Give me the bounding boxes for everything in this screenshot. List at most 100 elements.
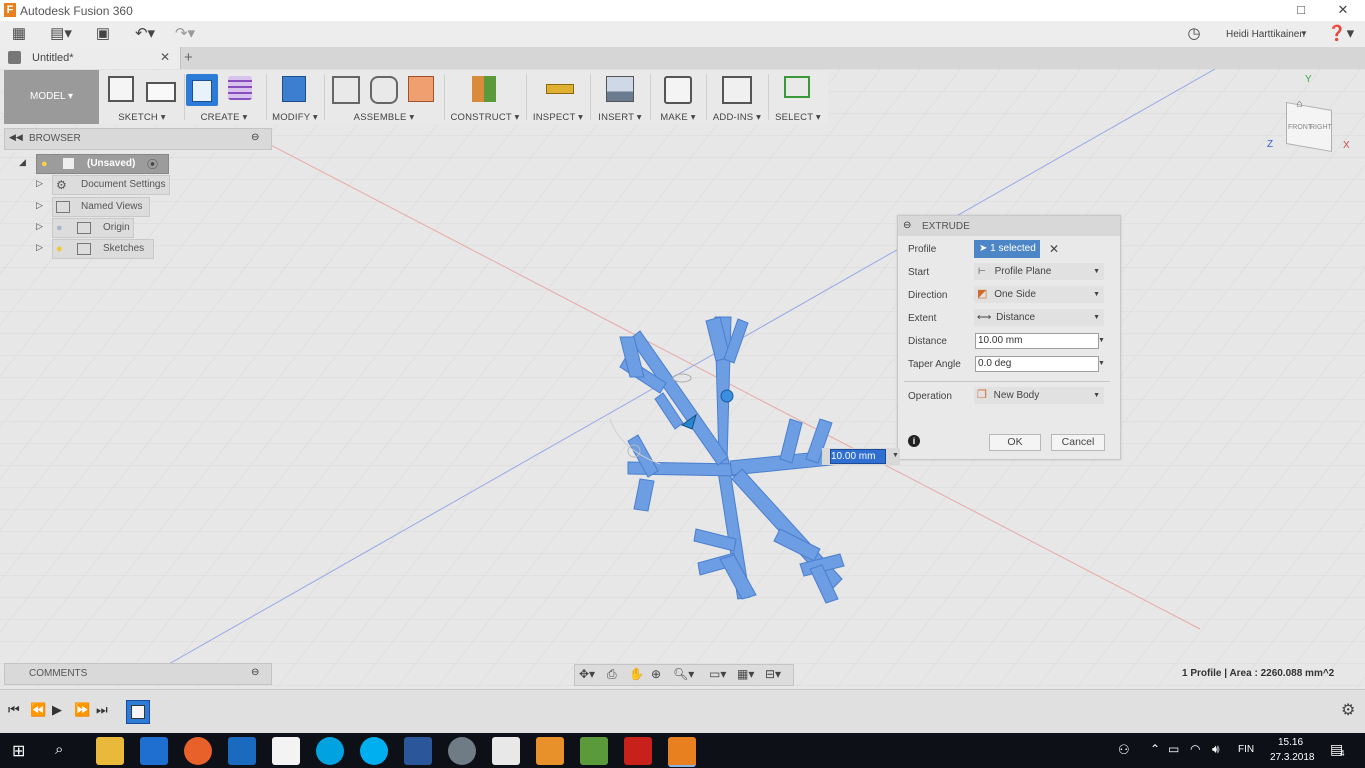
ok-button[interactable]: OK (989, 434, 1041, 451)
create-group[interactable]: CREATE ▾ (184, 70, 264, 124)
select-icon[interactable] (784, 76, 810, 98)
extrude-dialog-header[interactable]: ⊖ EXTRUDE (898, 216, 1120, 236)
create-menu-label[interactable]: CREATE ▾ (184, 112, 264, 123)
skype-business-icon[interactable] (316, 737, 344, 765)
inspect-menu-label[interactable]: INSPECT ▾ (526, 112, 590, 123)
clear-selection-icon[interactable]: ✕ (1049, 242, 1059, 256)
3d-print-icon[interactable] (664, 76, 692, 104)
skype-icon[interactable] (360, 737, 388, 765)
go-to-end-icon[interactable]: ⏭ (96, 702, 108, 718)
search-icon[interactable]: ⌕ (55, 741, 63, 758)
modify-menu-label[interactable]: MODIFY ▾ (266, 112, 324, 123)
grid-settings-icon[interactable]: ▦▾ (737, 667, 754, 681)
measure-icon[interactable] (546, 84, 574, 94)
rectangle-icon[interactable] (146, 82, 176, 102)
paint-icon[interactable] (448, 737, 476, 765)
info-icon[interactable]: i (908, 435, 920, 447)
sketch-group[interactable]: SKETCH ▾ (102, 70, 182, 124)
help-icon[interactable]: ❓▾ (1326, 24, 1356, 44)
clock-date[interactable]: 27.3.2018 (1270, 752, 1315, 763)
profile-selection-button[interactable]: ➤ 1 selected (974, 240, 1040, 258)
new-tab-plus-icon[interactable]: + (184, 49, 193, 66)
data-panel-grid-icon[interactable]: ▦ (8, 24, 30, 44)
extent-dropdown[interactable]: ⟷ Distance ▼ (974, 309, 1104, 326)
browser-item-sketches[interactable]: ● Sketches (52, 239, 154, 259)
expand-named-views-icon[interactable]: ▷ (36, 200, 43, 211)
distance-manipulator[interactable]: 10.00 mm ▼ (822, 448, 900, 465)
expand-document-settings-icon[interactable]: ▷ (36, 178, 43, 189)
select-menu-label[interactable]: SELECT ▾ (768, 112, 828, 123)
modify-group[interactable]: MODIFY ▾ (266, 70, 324, 124)
workspace-switcher[interactable]: MODEL ▾ (4, 70, 99, 124)
operation-dropdown[interactable]: ❐ New Body ▼ (974, 387, 1104, 404)
select-group[interactable]: SELECT ▾ (768, 70, 828, 124)
user-menu[interactable]: Heidi Harttikainen (1226, 29, 1305, 40)
save-icon[interactable]: ▣ (92, 24, 114, 44)
redo-icon[interactable]: ↷▾ (168, 24, 202, 44)
construct-group[interactable]: CONSTRUCT ▾ (444, 70, 526, 124)
volume-icon[interactable]: 🔊︎ (1212, 742, 1220, 757)
go-to-start-icon[interactable]: ⏮ (8, 702, 20, 718)
notification-count[interactable]: 4 (1340, 749, 1344, 758)
insert-image-icon[interactable] (606, 76, 634, 102)
joint-icon[interactable] (370, 76, 398, 104)
step-back-icon[interactable]: ⏪ (30, 702, 46, 718)
viewport-canvas[interactable] (0, 69, 1365, 689)
undo-icon[interactable]: ↶▾ (128, 24, 162, 44)
tray-expand-icon[interactable]: ⌃ (1150, 742, 1160, 756)
battery-icon[interactable]: ▭ (1168, 742, 1179, 756)
view-cube[interactable]: FRONT RIGHT (1280, 98, 1338, 156)
create-sketch-icon[interactable] (108, 76, 134, 102)
distance-manipulator-input[interactable]: 10.00 mm (830, 449, 886, 464)
collapse-browser-icon[interactable]: ◀◀ (9, 132, 23, 143)
sublime-icon[interactable] (536, 737, 564, 765)
extrude-icon[interactable] (186, 74, 218, 106)
assemble-menu-label[interactable]: ASSEMBLE ▾ (324, 112, 444, 123)
clock-time[interactable]: 15.16 (1278, 737, 1303, 748)
comments-options-icon[interactable]: ⊖ (251, 667, 259, 678)
browser-item-document-settings[interactable]: ⚙ Document Settings (52, 175, 170, 195)
make-menu-label[interactable]: MAKE ▾ (650, 112, 706, 123)
windows-start-icon[interactable]: ⊞ (12, 741, 25, 761)
pan-hand-icon[interactable]: ✋ (629, 667, 644, 681)
construct-menu-label[interactable]: CONSTRUCT ▾ (444, 112, 526, 123)
zoom-icon[interactable]: 🔍︎▾ (673, 667, 694, 681)
visibility-bulb-icon[interactable]: ● (56, 240, 63, 258)
job-status-clock-icon[interactable]: ◷ (1184, 24, 1204, 44)
look-at-icon[interactable]: ⎙ (607, 667, 617, 682)
file-menu-icon[interactable]: ▤▾ (46, 24, 76, 44)
distance-dropdown-icon[interactable]: ▼ (1098, 337, 1105, 344)
sketch-menu-label[interactable]: SKETCH ▾ (102, 112, 182, 123)
start-dropdown[interactable]: ⊢ Profile Plane ▼ (974, 263, 1104, 280)
view-cube-right[interactable]: RIGHT (1310, 124, 1332, 131)
display-settings-icon[interactable]: ▭▾ (709, 667, 726, 681)
outlook-icon[interactable] (228, 737, 256, 765)
browser-panel-header[interactable]: ◀◀ BROWSER ⊖ (4, 128, 272, 150)
home-view-icon[interactable]: ⌂ (1296, 98, 1303, 110)
people-icon[interactable]: ⚇ (1118, 742, 1130, 758)
scripts-addins-icon[interactable] (722, 76, 752, 104)
insert-group[interactable]: INSERT ▾ (590, 70, 650, 124)
cancel-button[interactable]: Cancel (1051, 434, 1105, 451)
browser-item-named-views[interactable]: Named Views (52, 197, 150, 217)
inspect-group[interactable]: INSPECT ▾ (526, 70, 590, 124)
sticky-notes-icon[interactable] (272, 737, 300, 765)
close-icon[interactable]: ✕ (1328, 1, 1358, 19)
taper-dropdown-icon[interactable]: ▼ (1098, 360, 1105, 367)
firefox-icon[interactable] (184, 737, 212, 765)
visibility-bulb-icon[interactable]: ● (56, 219, 63, 237)
insert-menu-label[interactable]: INSERT ▾ (590, 112, 650, 123)
press-pull-icon[interactable] (282, 76, 306, 102)
collapse-dialog-icon[interactable]: ⊖ (903, 220, 911, 231)
fusion360-taskbar-icon[interactable] (668, 737, 696, 767)
expand-origin-icon[interactable]: ▷ (36, 221, 43, 232)
expand-root-icon[interactable]: ◢ (19, 157, 26, 168)
viewports-icon[interactable]: ⊟▾ (765, 667, 781, 681)
assemble-group[interactable]: ASSEMBLE ▾ (324, 70, 444, 124)
make-group[interactable]: MAKE ▾ (650, 70, 706, 124)
edge-browser-icon[interactable] (140, 737, 168, 765)
word-icon[interactable] (404, 737, 432, 765)
close-tab-icon[interactable]: ✕ (160, 50, 170, 64)
photos-icon[interactable] (492, 737, 520, 765)
acrobat-icon[interactable] (624, 737, 652, 765)
